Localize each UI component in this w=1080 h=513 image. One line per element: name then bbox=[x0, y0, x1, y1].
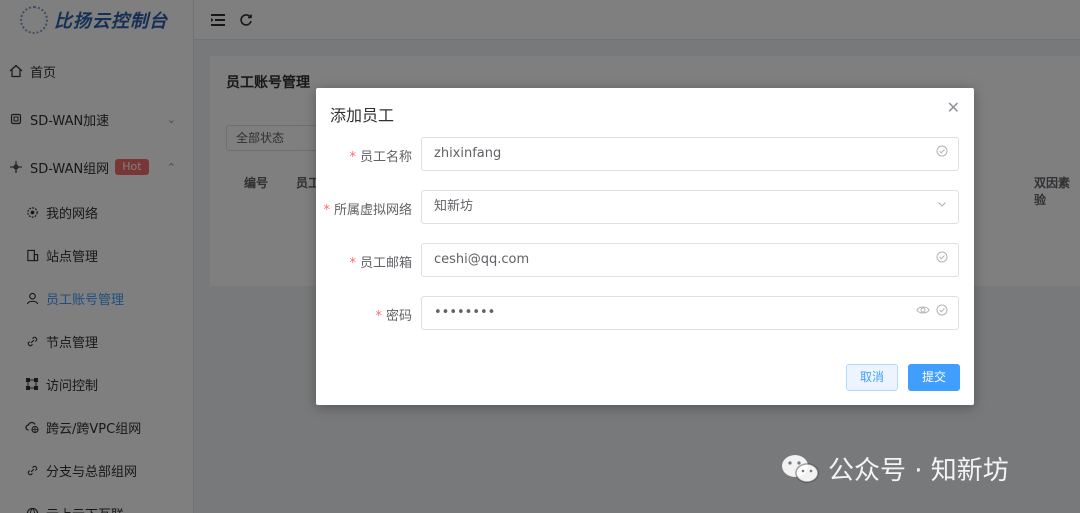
watermark: 公众号 · 知新坊 bbox=[780, 450, 1009, 487]
cancel-button[interactable]: 取消 bbox=[846, 364, 898, 391]
wechat-icon bbox=[780, 453, 820, 485]
close-icon[interactable]: ✕ bbox=[947, 98, 960, 117]
add-employee-dialog: 添加员工 ✕ * 员工名称 zhixinfang * 所属虚拟网络 知新坊 * 员工邮… bbox=[316, 88, 974, 405]
form-row-password: * 密码 •••••••• bbox=[316, 296, 974, 330]
eye-icon[interactable] bbox=[916, 297, 930, 329]
form-row-name: * 员工名称 zhixinfang bbox=[316, 137, 974, 171]
form-row-network: * 所属虚拟网络 知新坊 bbox=[316, 190, 974, 224]
employee-name-input[interactable]: zhixinfang bbox=[421, 137, 959, 171]
chevron-down-icon bbox=[936, 191, 948, 223]
password-input[interactable]: •••••••• bbox=[421, 296, 959, 330]
field-label: * 密码 bbox=[375, 309, 412, 324]
check-circle-icon bbox=[936, 244, 948, 276]
submit-button[interactable]: 提交 bbox=[908, 364, 960, 391]
dialog-title: 添加员工 bbox=[330, 106, 395, 125]
virtual-network-select[interactable]: 知新坊 bbox=[421, 190, 959, 224]
check-circle-icon bbox=[936, 138, 948, 170]
form-row-email: * 员工邮箱 ceshi@qq.com bbox=[316, 243, 974, 277]
check-circle-icon bbox=[936, 297, 948, 329]
employee-email-input[interactable]: ceshi@qq.com bbox=[421, 243, 959, 277]
field-label: * 员工邮箱 bbox=[349, 256, 412, 271]
field-label: * 员工名称 bbox=[349, 150, 412, 165]
watermark-text: 公众号 · 知新坊 bbox=[828, 456, 1009, 486]
field-label: * 所属虚拟网络 bbox=[323, 203, 412, 218]
